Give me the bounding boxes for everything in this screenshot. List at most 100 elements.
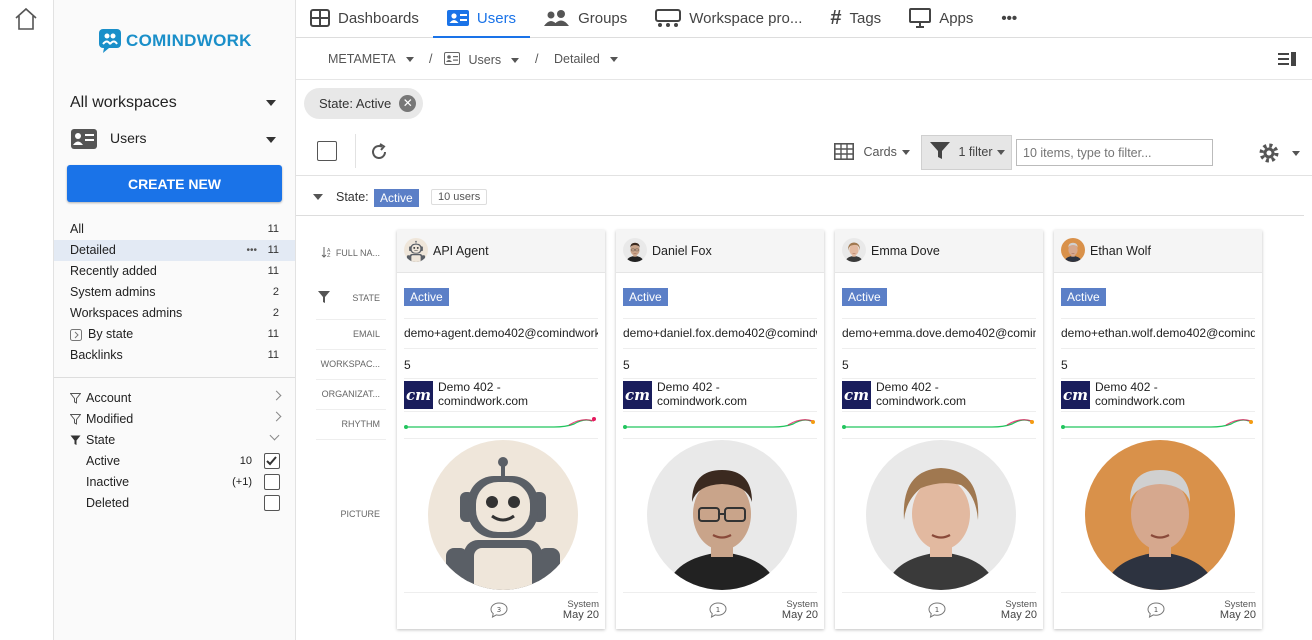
divider	[842, 411, 1036, 412]
divider	[623, 592, 817, 593]
comment-icon[interactable]: 3	[490, 602, 508, 618]
panel-layout-icon[interactable]	[1278, 52, 1296, 66]
user-card[interactable]: Daniel Fox Active demo+daniel.fox.demo40…	[616, 230, 824, 629]
organization-field[interactable]: cm Demo 402 - comindwork.com	[1061, 380, 1255, 410]
view-item-detailed[interactable]: Detailed ••• 11	[54, 240, 295, 261]
user-workspaces-count: 5	[842, 358, 849, 372]
view-item-count: 11	[267, 328, 279, 340]
divider	[1061, 378, 1255, 379]
view-item-recently-added[interactable]: Recently added 11	[54, 261, 295, 282]
checkbox[interactable]	[264, 474, 280, 490]
filter-state[interactable]: State	[70, 430, 280, 451]
select-all-checkbox[interactable]	[317, 141, 337, 161]
user-card[interactable]: API Agent Active demo+agent.demo402@comi…	[397, 230, 605, 629]
group-header[interactable]: State: Active 10 users	[296, 178, 1304, 216]
modified-info: System May 20	[782, 599, 818, 621]
field-label-state[interactable]: STATE	[296, 291, 380, 303]
view-item-system-admins[interactable]: System admins 2	[54, 282, 295, 303]
dashboard-icon	[310, 9, 330, 27]
breadcrumb-view-label: Detailed	[554, 52, 600, 66]
filter-filled-icon	[317, 291, 330, 303]
user-card-header: Ethan Wolf	[1054, 230, 1262, 273]
divider	[623, 348, 817, 349]
divider	[316, 319, 386, 320]
app-rail	[0, 0, 54, 640]
close-icon[interactable]: ✕	[399, 95, 417, 112]
chevron-down-icon	[511, 58, 520, 64]
organization-field[interactable]: cm Demo 402 - comindwork.com	[842, 380, 1036, 410]
user-name[interactable]: Daniel Fox	[652, 244, 712, 258]
organization-field[interactable]: cm Demo 402 - comindwork.com	[623, 380, 817, 410]
user-name[interactable]: API Agent	[433, 244, 489, 258]
chevron-down-icon[interactable]	[313, 194, 323, 200]
gear-icon[interactable]	[1258, 142, 1280, 164]
organization-logo: cm	[623, 381, 652, 409]
filter-modified[interactable]: Modified	[70, 409, 282, 430]
breadcrumb-view[interactable]: Detailed	[554, 52, 618, 66]
divider	[1061, 411, 1255, 412]
state-field: Active	[623, 288, 668, 306]
view-item-all[interactable]: All 11	[54, 219, 295, 240]
chevron-down-icon	[405, 57, 414, 63]
entity-selector[interactable]: Users	[70, 128, 276, 152]
user-card[interactable]: Emma Dove Active demo+emma.dove.demo402@…	[835, 230, 1043, 629]
filter-chip-state[interactable]: State: Active ✕	[304, 88, 424, 119]
state-option-active[interactable]: Active 10	[86, 451, 280, 472]
home-icon[interactable]	[13, 6, 39, 32]
user-workspaces-count: 5	[404, 358, 411, 372]
filter-account[interactable]: Account	[70, 388, 282, 409]
rhythm-sparkline	[842, 419, 1034, 429]
tab-apps[interactable]: Apps	[895, 0, 987, 37]
user-card-header: API Agent	[397, 230, 605, 273]
divider	[842, 348, 1036, 349]
view-item-by-state[interactable]: By state 11	[54, 324, 295, 345]
workspace-selector[interactable]: All workspaces	[70, 94, 276, 112]
breadcrumb-workspace[interactable]: METAMETA	[328, 52, 414, 66]
tab-groups[interactable]: Groups	[530, 0, 641, 37]
user-card[interactable]: Ethan Wolf Active demo+ethan.wolf.demo40…	[1054, 230, 1262, 629]
field-label-full-name[interactable]: AZ FULL NA...	[296, 246, 380, 258]
divider	[404, 438, 598, 439]
state-option-deleted[interactable]: Deleted	[86, 493, 280, 514]
organization-name-line2: comindwork.com	[657, 394, 748, 408]
divider	[404, 592, 598, 593]
view-item-label: System admins	[70, 285, 156, 299]
tab-users[interactable]: Users	[432, 0, 531, 38]
tab-workspace-properties[interactable]: Workspace pro...	[641, 0, 816, 37]
view-item-count: 11	[267, 349, 279, 361]
filter-icon	[70, 414, 81, 425]
avatar	[623, 238, 647, 262]
user-email[interactable]: demo+agent.demo402@comindwork.com	[404, 326, 598, 340]
user-name[interactable]: Ethan Wolf	[1090, 244, 1151, 258]
toolbar: Cards 1 filter	[296, 130, 1312, 176]
checkbox[interactable]	[264, 495, 280, 511]
view-mode-button[interactable]: Cards	[834, 143, 910, 160]
organization-logo: cm	[1061, 381, 1090, 409]
comment-icon[interactable]: 1	[709, 602, 727, 618]
more-tabs-button[interactable]: •••	[987, 0, 1031, 37]
checkbox-checked[interactable]	[264, 453, 280, 469]
search-input[interactable]	[1016, 139, 1213, 166]
tab-label: Workspace pro...	[689, 9, 803, 27]
create-new-button[interactable]: CREATE NEW	[67, 165, 282, 202]
user-email[interactable]: demo+emma.dove.demo402@comindwork.com	[842, 326, 1036, 340]
view-item-workspaces-admins[interactable]: Workspaces admins 2	[54, 303, 295, 324]
breadcrumb-entity[interactable]: Users	[444, 52, 520, 67]
user-name[interactable]: Emma Dove	[871, 244, 940, 258]
refresh-icon[interactable]	[369, 142, 389, 162]
comment-icon[interactable]: 1	[1147, 602, 1165, 618]
organization-field[interactable]: cm Demo 402 - comindwork.com	[404, 380, 598, 410]
tab-tags[interactable]: # Tags	[816, 0, 895, 37]
state-option-label: Active	[86, 454, 121, 468]
user-email[interactable]: demo+daniel.fox.demo402@comindwork.com	[623, 326, 817, 340]
user-email[interactable]: demo+ethan.wolf.demo402@comindwork.com	[1061, 326, 1255, 340]
filter-button[interactable]: 1 filter	[921, 135, 1012, 170]
view-item-label: All	[70, 222, 84, 236]
tab-dashboards[interactable]: Dashboards	[296, 0, 433, 37]
comment-icon[interactable]: 1	[928, 602, 946, 618]
more-icon[interactable]: •••	[246, 240, 257, 261]
view-item-backlinks[interactable]: Backlinks 11	[54, 345, 295, 366]
chevron-down-icon[interactable]	[1292, 151, 1300, 156]
sort-icon: AZ	[321, 247, 331, 258]
state-option-inactive[interactable]: Inactive (+1)	[86, 472, 280, 493]
